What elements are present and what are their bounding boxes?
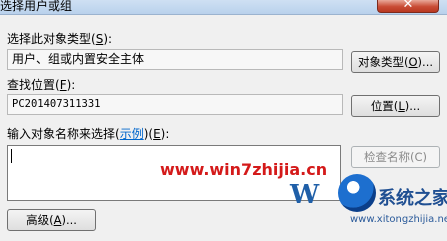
object-types-button[interactable]: 对象类型(O)... xyxy=(351,51,440,73)
watermark-url: www.win7zhijia.cn xyxy=(160,160,328,179)
watermark-logo-text: W xyxy=(290,180,320,210)
check-names-button[interactable]: 检查名称(C) xyxy=(351,146,440,168)
enter-names-label: 输入对象名称来选择(示例)(E): xyxy=(7,127,170,141)
text-caret xyxy=(11,149,12,163)
title-bar: 选择用户或组 ✕ xyxy=(0,0,447,15)
advanced-button[interactable]: 高级(A)... xyxy=(7,209,96,231)
object-type-label: 选择此对象类型(S): xyxy=(7,32,113,46)
location-field: PC201407311331 xyxy=(7,94,343,115)
locations-button[interactable]: 位置(L)... xyxy=(351,95,440,117)
examples-link[interactable]: 示例 xyxy=(120,127,144,141)
watermark-logo-icon xyxy=(338,174,376,212)
object-type-field: 用户、组或内置安全主体 xyxy=(7,49,343,70)
close-icon: ✕ xyxy=(402,0,414,12)
close-button[interactable]: ✕ xyxy=(377,0,439,13)
watermark-brand: 系统之家 xyxy=(378,188,447,209)
watermark-brand-url: www.xitongzhijia.net xyxy=(350,214,447,225)
window-title: 选择用户或组 xyxy=(0,0,73,13)
location-label: 查找位置(F): xyxy=(7,78,76,92)
